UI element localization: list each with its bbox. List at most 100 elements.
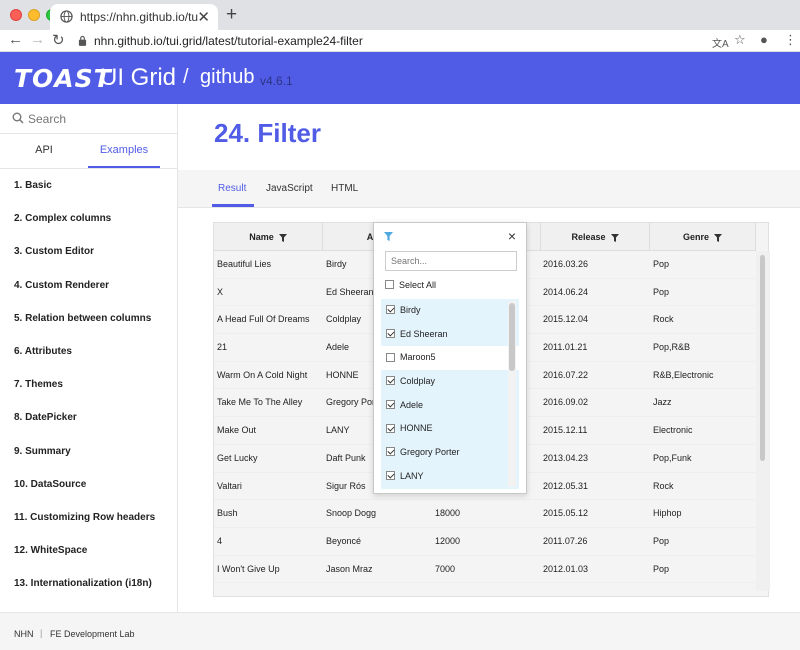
reload-button[interactable]: ↻ bbox=[52, 31, 65, 49]
tab-result[interactable]: Result bbox=[218, 183, 246, 194]
browser-tab[interactable]: https://nhn.github.io/tui.grid/la ✕ bbox=[50, 4, 218, 30]
cell-release[interactable]: 2013.04.23 bbox=[540, 445, 648, 472]
table-row[interactable]: 4 Beyoncé 12000 2011.07.26 Pop bbox=[214, 528, 756, 556]
grid-scrollbar[interactable] bbox=[756, 251, 770, 591]
filter-icon[interactable] bbox=[278, 233, 287, 242]
cell-release[interactable]: 2015.12.04 bbox=[540, 306, 648, 333]
sidebar-item-relation[interactable]: 5. Relation between columns bbox=[0, 302, 177, 335]
tab-javascript[interactable]: JavaScript bbox=[266, 183, 313, 194]
column-header-release[interactable]: Release bbox=[540, 223, 650, 251]
checkbox[interactable] bbox=[386, 376, 395, 386]
table-row[interactable]: Bush Snoop Dogg 18000 2015.05.12 Hiphop bbox=[214, 500, 756, 528]
cell-name[interactable]: A Head Full Of Dreams bbox=[214, 306, 322, 333]
checkbox[interactable] bbox=[386, 352, 395, 362]
cell-genre[interactable]: Hiphop bbox=[650, 500, 758, 527]
column-header-genre[interactable]: Genre bbox=[650, 223, 756, 251]
cell-genre[interactable]: Electronic bbox=[650, 417, 758, 444]
cell-name[interactable]: Bush bbox=[214, 500, 322, 527]
cell-release[interactable]: 2012.01.03 bbox=[540, 556, 648, 583]
checkbox[interactable] bbox=[386, 470, 395, 480]
cell-name[interactable]: Make Out bbox=[214, 417, 322, 444]
toast-logo[interactable]: TOAST bbox=[14, 64, 112, 93]
forward-button[interactable]: → bbox=[30, 31, 45, 48]
checkbox[interactable] bbox=[386, 328, 395, 338]
cell-genre[interactable]: Pop,R&B bbox=[650, 334, 758, 361]
cell-name[interactable]: I Won't Give Up bbox=[214, 556, 322, 583]
grid-scrollbar-thumb[interactable] bbox=[760, 255, 765, 461]
star-icon[interactable]: ☆ bbox=[734, 32, 746, 48]
cell-release[interactable]: 2016.03.26 bbox=[540, 251, 648, 278]
close-icon[interactable]: × bbox=[508, 228, 516, 244]
checkbox[interactable] bbox=[386, 447, 395, 457]
translate-icon[interactable]: 文A bbox=[712, 35, 729, 50]
cell-name[interactable]: Beautiful Lies bbox=[214, 251, 322, 278]
cell-genre[interactable]: Pop bbox=[650, 528, 758, 555]
select-all-checkbox[interactable] bbox=[385, 280, 394, 290]
cell-genre[interactable]: Jazz bbox=[650, 389, 758, 416]
cell-name[interactable]: X bbox=[214, 279, 322, 306]
cell-artist[interactable]: Jason Mraz bbox=[323, 556, 417, 583]
sidebar-item-custom-editor[interactable]: 3. Custom Editor bbox=[0, 235, 177, 268]
cell-name[interactable]: Take Me To The Alley bbox=[214, 389, 322, 416]
cell-genre[interactable]: Rock bbox=[650, 306, 758, 333]
url-field[interactable]: nhn.github.io/tui.grid/latest/tutorial-e… bbox=[94, 34, 363, 48]
cell-name[interactable]: Get Lucky bbox=[214, 445, 322, 472]
checkbox[interactable] bbox=[386, 423, 395, 433]
filter-option-gregory-porter[interactable]: Gregory Porter bbox=[381, 441, 519, 465]
cell-price[interactable]: 18000 bbox=[432, 500, 532, 527]
table-row[interactable]: I Won't Give Up Jason Mraz 7000 2012.01.… bbox=[214, 556, 756, 584]
cell-name[interactable]: Warm On A Cold Night bbox=[214, 362, 322, 389]
cell-release[interactable]: 2011.07.26 bbox=[540, 528, 648, 555]
cell-name[interactable]: Valtari bbox=[214, 473, 322, 500]
checkbox[interactable] bbox=[386, 399, 395, 409]
sidebar-item-attributes[interactable]: 6. Attributes bbox=[0, 335, 177, 368]
filter-option-honne[interactable]: HONNE bbox=[381, 417, 519, 442]
sidebar-item-i18n[interactable]: 13. Internationalization (i18n) bbox=[0, 567, 177, 600]
filter-option-coldplay[interactable]: Coldplay bbox=[381, 370, 519, 394]
footer-lab-link[interactable]: FE Development Lab bbox=[50, 629, 135, 639]
cell-name[interactable]: 4 bbox=[214, 528, 322, 555]
cell-release[interactable]: 2015.05.12 bbox=[540, 500, 648, 527]
cell-price[interactable]: 12000 bbox=[432, 528, 532, 555]
sidebar-item-datepicker[interactable]: 8. DatePicker bbox=[0, 401, 177, 434]
filter-option-adele[interactable]: Adele bbox=[381, 393, 519, 418]
filter-scrollbar[interactable] bbox=[508, 301, 516, 487]
cell-genre[interactable]: R&B,Electronic bbox=[650, 362, 758, 389]
select-all-option[interactable]: Select All bbox=[385, 277, 436, 293]
filter-icon[interactable] bbox=[610, 233, 619, 242]
cell-release[interactable]: 2016.07.22 bbox=[540, 362, 648, 389]
cell-genre[interactable]: Pop,Funk bbox=[650, 445, 758, 472]
new-tab-button[interactable]: + bbox=[226, 4, 237, 26]
cell-genre[interactable]: Pop bbox=[650, 251, 758, 278]
back-button[interactable]: ← bbox=[8, 31, 23, 48]
sidebar-item-whitespace[interactable]: 12. WhiteSpace bbox=[0, 534, 177, 567]
column-header-name[interactable]: Name bbox=[214, 223, 323, 251]
filter-option-maroon5[interactable]: Maroon5 bbox=[381, 346, 519, 370]
filter-option-ed-sheeran[interactable]: Ed Sheeran bbox=[381, 322, 519, 347]
cell-name[interactable]: 21 bbox=[214, 334, 322, 361]
sidebar-item-row-headers[interactable]: 11. Customizing Row headers bbox=[0, 501, 177, 534]
tab-examples[interactable]: Examples bbox=[88, 144, 160, 168]
cell-genre[interactable]: Pop bbox=[650, 556, 758, 583]
cell-genre[interactable]: Pop bbox=[650, 279, 758, 306]
filter-option-lany[interactable]: LANY bbox=[381, 464, 519, 489]
search-input[interactable] bbox=[28, 110, 168, 128]
cell-release[interactable]: 2012.05.31 bbox=[540, 473, 648, 500]
filter-scrollbar-thumb[interactable] bbox=[509, 303, 515, 371]
sidebar-item-datasource[interactable]: 10. DataSource bbox=[0, 468, 177, 501]
checkbox[interactable] bbox=[386, 305, 395, 315]
minimize-window-button[interactable] bbox=[28, 9, 40, 21]
tab-close-icon[interactable]: ✕ bbox=[197, 8, 210, 26]
cell-artist[interactable]: Snoop Dogg bbox=[323, 500, 417, 527]
sidebar-item-basic[interactable]: 1. Basic bbox=[0, 169, 177, 202]
cell-price[interactable]: 7000 bbox=[432, 556, 532, 583]
account-icon[interactable]: ● bbox=[760, 32, 768, 47]
filter-search-input[interactable] bbox=[385, 251, 517, 271]
cell-artist[interactable]: Beyoncé bbox=[323, 528, 417, 555]
filter-icon[interactable] bbox=[714, 233, 722, 242]
cell-release[interactable]: 2011.01.21 bbox=[540, 334, 648, 361]
sidebar-item-themes[interactable]: 7. Themes bbox=[0, 368, 177, 401]
filter-option-birdy[interactable]: Birdy bbox=[381, 299, 519, 323]
cell-release[interactable]: 2014.06.24 bbox=[540, 279, 648, 306]
tab-api[interactable]: API bbox=[0, 144, 88, 168]
